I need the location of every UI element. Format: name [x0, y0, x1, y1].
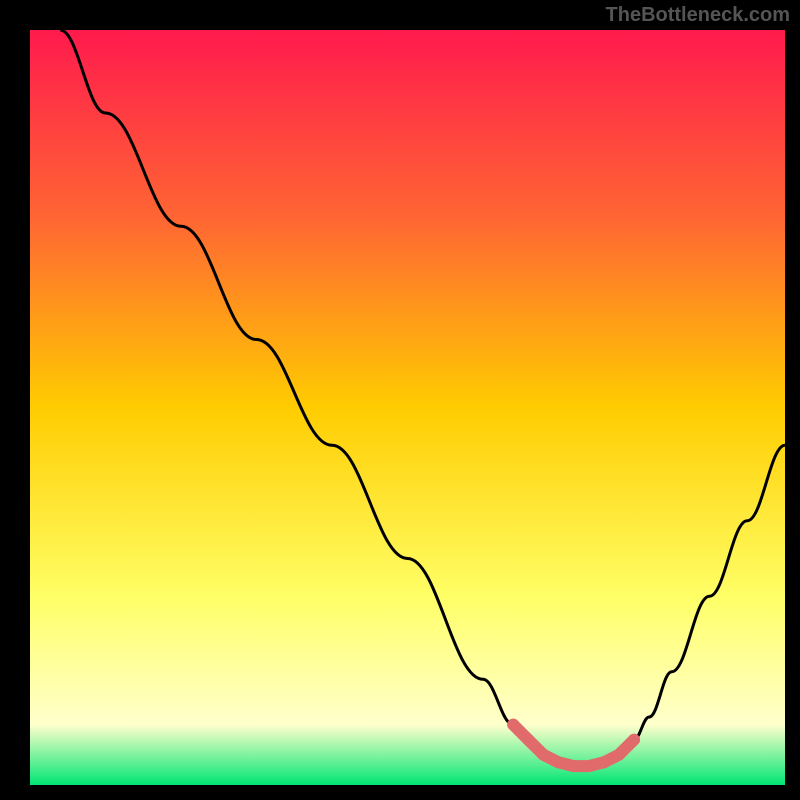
valley-marker-dot: [583, 760, 595, 772]
watermark-text: TheBottleneck.com: [606, 4, 790, 27]
valley-marker-dot: [568, 760, 580, 772]
chart-container: TheBottleneck.com: [0, 0, 800, 800]
valley-marker-dot: [537, 749, 549, 761]
valley-marker-dot: [598, 756, 610, 768]
valley-marker-dot: [553, 756, 565, 768]
valley-marker-dot: [628, 734, 640, 746]
chart-svg: [0, 0, 800, 800]
valley-marker-dot: [613, 749, 625, 761]
valley-marker-dot: [522, 734, 534, 746]
valley-marker-dot: [507, 719, 519, 731]
